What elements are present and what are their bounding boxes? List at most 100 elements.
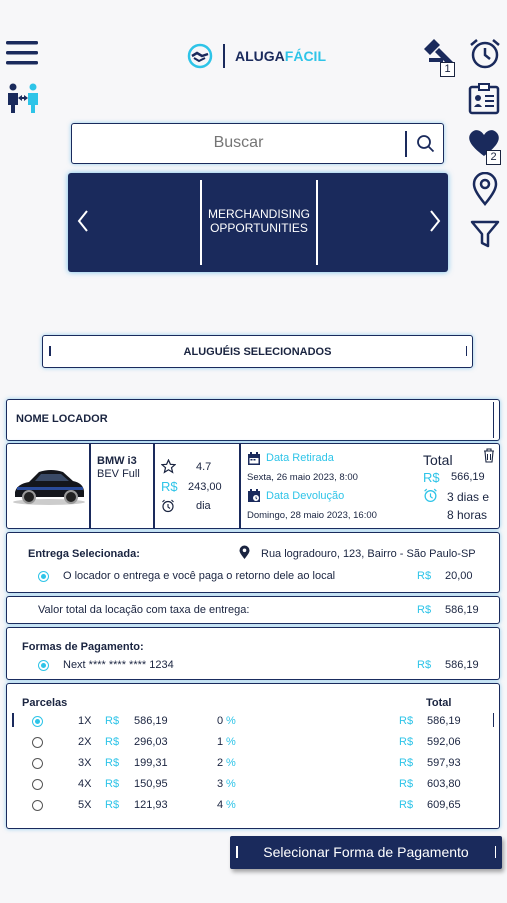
installment-percent: %	[226, 799, 236, 811]
installment-currency: R$	[105, 778, 120, 790]
total-value: 566,19	[451, 471, 485, 483]
installments-label: Parcelas	[22, 697, 68, 709]
car-model: BMW i3	[97, 455, 137, 467]
installment-value: 121,93	[134, 799, 168, 811]
car-rating: 4.7	[196, 461, 212, 473]
installment-total-currency: R$	[399, 736, 414, 748]
installment-total: 603,80	[427, 778, 461, 790]
payment-panel: Formas de Pagamento: Next **** **** ****…	[6, 627, 500, 680]
alarm-small-icon	[162, 499, 174, 513]
installment-radio[interactable]	[32, 758, 43, 769]
installment-currency: R$	[105, 757, 120, 769]
installment-row[interactable]: 1X R$ 586,19 0 % R$ 586,19	[7, 714, 497, 732]
people-exchange-icon[interactable]	[6, 82, 40, 114]
installment-row[interactable]: 2X R$ 296,03 1 % R$ 592,06	[7, 735, 497, 753]
duration-clock-icon	[424, 488, 437, 503]
search-icon[interactable]	[416, 134, 436, 154]
installment-rate: 2	[217, 757, 224, 769]
total-delivery-currency: R$	[417, 604, 432, 616]
brand-prefix: ALUGA	[235, 48, 285, 64]
menu-icon[interactable]	[6, 40, 38, 66]
handshake-logo-icon	[187, 43, 213, 69]
installment-radio[interactable]	[32, 779, 43, 790]
installments-total-label: Total	[426, 697, 452, 709]
filter-icon[interactable]	[469, 218, 501, 250]
chevron-left-icon[interactable]	[76, 209, 90, 233]
delivery-option-text: O locador o entrega e você paga o retorn…	[63, 570, 336, 582]
installment-total: 592,06	[427, 736, 461, 748]
total-label: Total	[423, 452, 453, 468]
installment-row[interactable]: 4X R$ 150,95 3 % R$ 603,80	[7, 777, 497, 795]
installment-total-currency: R$	[399, 715, 414, 727]
payment-label: Formas de Pagamento:	[22, 641, 144, 653]
installment-total: 609,65	[427, 799, 461, 811]
daily-currency: R$	[161, 479, 178, 494]
installment-count: 1X	[78, 715, 92, 727]
installment-value: 296,03	[134, 736, 168, 748]
calendar-return-icon	[248, 489, 260, 502]
calendar-icon	[248, 452, 260, 465]
delivery-price: 20,00	[445, 570, 473, 582]
search-bar	[71, 123, 444, 164]
installment-count: 4X	[78, 778, 92, 790]
gavel-badge: 1	[440, 62, 455, 77]
installment-radio[interactable]	[32, 737, 43, 748]
installment-rate: 0	[217, 715, 224, 727]
favorites-button[interactable]: 2	[467, 128, 505, 168]
selected-rentals-title: ALUGUÉIS SELECIONADOS	[183, 346, 332, 358]
car-version: BEV Full	[97, 468, 140, 480]
location-pin-icon[interactable]	[470, 171, 500, 206]
trash-icon[interactable]	[483, 448, 495, 463]
total-delivery-value: 586,19	[445, 604, 479, 616]
installment-row[interactable]: 5X R$ 121,93 4 % R$ 609,65	[7, 798, 497, 816]
installment-count: 2X	[78, 736, 92, 748]
duration-days: 3 dias e	[447, 490, 490, 504]
alarm-clock-icon[interactable]	[467, 36, 503, 72]
installment-currency: R$	[105, 736, 120, 748]
installment-radio[interactable]	[32, 800, 43, 811]
installment-percent: %	[226, 778, 236, 790]
installment-total-currency: R$	[399, 757, 414, 769]
payment-card: Next **** **** **** 1234	[63, 659, 174, 671]
favorites-badge: 2	[486, 150, 501, 165]
delivery-option-radio[interactable]	[38, 571, 49, 582]
brand-logo[interactable]: ALUGAFÁCIL	[186, 42, 336, 70]
selected-rentals-header: ALUGUÉIS SELECIONADOS	[42, 335, 473, 368]
installment-count: 3X	[78, 757, 92, 769]
select-payment-button[interactable]: Selecionar Forma de Pagamento	[230, 836, 502, 869]
owner-name: NOME LOCADOR	[16, 413, 108, 425]
delivery-currency: R$	[417, 570, 432, 582]
owner-panel: NOME LOCADOR	[6, 399, 500, 441]
installments-panel: Parcelas Total 1X R$ 586,19 0 % R$ 586,1…	[6, 683, 500, 829]
delivery-label: Entrega Selecionada:	[28, 548, 140, 560]
merchandising-banner[interactable]: MERCHANDISING OPPORTUNITIES	[68, 173, 448, 272]
chevron-right-icon[interactable]	[428, 209, 442, 233]
installment-row[interactable]: 3X R$ 199,31 2 % R$ 597,93	[7, 756, 497, 774]
total-delivery-panel: Valor total da locação com taxa de entre…	[6, 596, 500, 624]
gavel-button[interactable]: 1	[421, 36, 459, 80]
rental-card[interactable]: BMW i3 BEV Full 4.7 R$ 243,00 dia Data R…	[6, 443, 500, 529]
search-input[interactable]	[76, 128, 401, 158]
location-small-icon	[239, 545, 250, 559]
pickup-date: Sexta, 26 maio 2023, 8:00	[247, 472, 358, 483]
installment-currency: R$	[105, 715, 120, 727]
total-currency: R$	[423, 470, 440, 485]
id-card-icon[interactable]	[467, 82, 501, 116]
star-icon	[161, 459, 176, 474]
installment-radio[interactable]	[32, 716, 43, 727]
installment-value: 150,95	[134, 778, 168, 790]
installment-percent: %	[226, 736, 236, 748]
daily-price: 243,00	[188, 481, 222, 493]
payment-currency: R$	[417, 659, 432, 671]
car-image	[13, 470, 85, 505]
banner-text: MERCHANDISING OPPORTUNITIES	[207, 207, 310, 235]
installment-total-currency: R$	[399, 799, 414, 811]
delivery-address: Rua logradouro, 123, Bairro - São Paulo-…	[261, 548, 476, 560]
delivery-panel: Entrega Selecionada: Rua logradouro, 123…	[6, 532, 500, 593]
installment-value: 586,19	[134, 715, 168, 727]
installment-rate: 1	[217, 736, 224, 748]
duration-hours: 8 horas	[447, 508, 488, 522]
total-delivery-label: Valor total da locação com taxa de entre…	[38, 604, 250, 616]
payment-card-radio[interactable]	[38, 660, 49, 671]
return-label: Data Devolução	[266, 490, 345, 502]
